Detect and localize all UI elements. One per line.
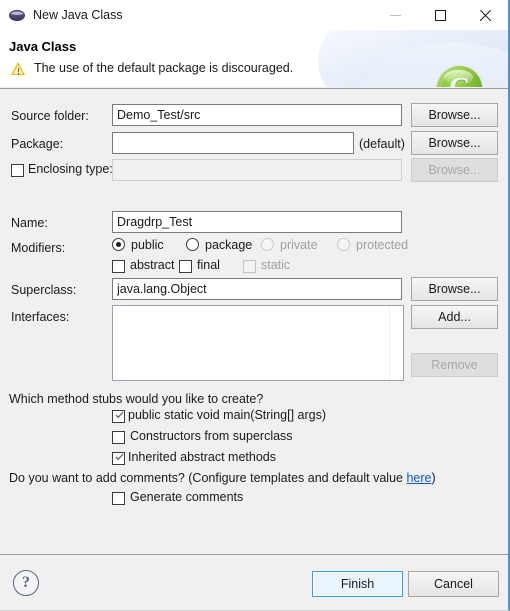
interfaces-remove-button[interactable]: Remove: [411, 353, 498, 377]
comments-question-tail: ): [431, 471, 436, 485]
badge-letter: C: [437, 66, 482, 88]
check-icon: [115, 453, 124, 461]
generate-comments-label: Generate comments: [130, 490, 244, 504]
modifier-label-final: final: [197, 258, 220, 272]
generate-comments-checkbox[interactable]: [112, 492, 125, 505]
interfaces-label: Interfaces:: [11, 310, 70, 324]
stub-label-inherited: Inherited abstract methods: [128, 450, 276, 464]
modifier-radio-package[interactable]: [186, 238, 199, 251]
modifier-label-abstract: abstract: [130, 258, 175, 272]
dialog-header: Java Class The use of the default packag…: [0, 30, 508, 87]
close-button[interactable]: [463, 0, 508, 30]
modifier-label-package: package: [205, 238, 253, 252]
minimize-icon: [390, 14, 401, 16]
stub-label-constructors: Constructors from superclass: [130, 429, 293, 443]
configure-templates-link[interactable]: here: [406, 471, 431, 485]
modifier-label-private: private: [280, 238, 318, 252]
page-title: Java Class: [9, 39, 77, 54]
interfaces-list-scrollbar[interactable]: [389, 306, 403, 380]
package-browse-button[interactable]: Browse...: [411, 131, 498, 155]
modifier-checkbox-static[interactable]: [243, 260, 256, 273]
name-input[interactable]: [112, 211, 402, 233]
enclosing-type-label: Enclosing type:: [28, 162, 113, 176]
warning-icon: [11, 62, 26, 76]
minimize-button[interactable]: [373, 0, 418, 30]
enclosing-type-input[interactable]: [112, 159, 402, 181]
check-icon: [115, 411, 124, 419]
modifier-radio-protected[interactable]: [337, 238, 350, 251]
source-folder-input[interactable]: [112, 104, 402, 126]
header-message-row: The use of the default package is discou…: [11, 61, 293, 76]
superclass-label: Superclass:: [11, 283, 77, 297]
title-bar: New Java Class: [0, 0, 508, 30]
package-input[interactable]: [112, 132, 354, 154]
header-message: The use of the default package is discou…: [34, 61, 294, 75]
stub-checkbox-main[interactable]: [112, 410, 125, 423]
modifier-label-static: static: [261, 258, 291, 272]
modifier-checkbox-abstract[interactable]: [112, 260, 125, 273]
modifier-checkbox-final[interactable]: [179, 260, 192, 273]
interfaces-add-button[interactable]: Add...: [411, 305, 498, 329]
enclosing-type-checkbox[interactable]: [11, 164, 24, 177]
superclass-input[interactable]: [112, 278, 402, 300]
modifier-label-protected: protected: [356, 238, 409, 252]
interfaces-list[interactable]: [112, 305, 404, 381]
dialog-body: Source folder: Browse... Package: (defau…: [0, 89, 508, 554]
window-title: New Java Class: [33, 8, 123, 22]
enclosing-type-browse-button[interactable]: Browse...: [411, 158, 498, 182]
modifier-radio-private[interactable]: [261, 238, 274, 251]
source-folder-label: Source folder:: [11, 109, 89, 123]
stub-checkbox-inherited[interactable]: [112, 452, 125, 465]
help-icon[interactable]: ?: [13, 570, 39, 596]
cancel-button[interactable]: Cancel: [408, 571, 499, 597]
maximize-icon: [435, 9, 446, 21]
source-folder-browse-button[interactable]: Browse...: [411, 103, 498, 127]
new-java-class-dialog: New Java Class Java Class The use of the…: [0, 0, 510, 611]
modifier-radio-public[interactable]: [112, 238, 125, 251]
modifier-label-public: public: [131, 238, 164, 252]
stub-label-main: public static void main(String[] args): [128, 408, 326, 422]
method-stubs-question: Which method stubs would you like to cre…: [9, 392, 264, 406]
comments-question: Do you want to add comments? (Configure …: [9, 471, 436, 485]
java-class-icon: [9, 7, 25, 23]
comments-question-text: Do you want to add comments? (Configure …: [9, 471, 407, 485]
close-icon: [479, 9, 492, 22]
finish-button[interactable]: Finish: [312, 571, 403, 597]
stub-checkbox-constructors[interactable]: [112, 431, 125, 444]
maximize-button[interactable]: [418, 0, 463, 30]
name-label: Name:: [11, 216, 48, 230]
window-controls: [373, 0, 508, 30]
package-default-suffix: (default): [359, 137, 405, 151]
modifiers-label: Modifiers:: [11, 241, 66, 255]
superclass-browse-button[interactable]: Browse...: [411, 277, 498, 301]
package-label: Package:: [11, 137, 64, 151]
java-class-badge-icon: C: [437, 66, 482, 87]
